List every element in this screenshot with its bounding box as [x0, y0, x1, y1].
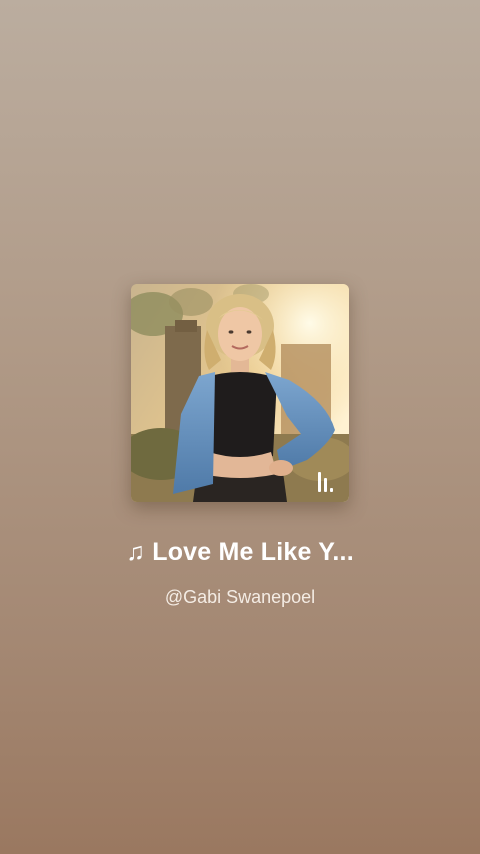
- track-title: ♫ Love Me Like Y...: [126, 538, 354, 566]
- now-playing-screen: ♫ Love Me Like Y... @Gabi Swanepoel: [0, 0, 480, 854]
- audio-bars-icon: [317, 470, 337, 492]
- artist-handle[interactable]: @Gabi Swanepoel: [0, 587, 480, 608]
- album-cover[interactable]: [131, 284, 349, 502]
